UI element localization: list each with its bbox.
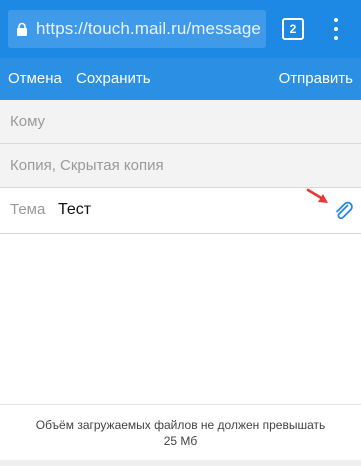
red-arrow-annotation bbox=[306, 188, 332, 206]
more-vert-icon[interactable] bbox=[326, 16, 346, 42]
subject-label: Тема bbox=[10, 201, 46, 218]
compose-toolbar: Отмена Сохранить Отправить bbox=[0, 58, 361, 100]
send-button[interactable]: Отправить bbox=[279, 58, 353, 100]
paperclip-icon[interactable] bbox=[333, 200, 355, 222]
tabs-counter-icon[interactable]: 2 bbox=[282, 18, 304, 40]
message-body-editor[interactable] bbox=[0, 235, 361, 405]
cc-bcc-field[interactable]: Копия, Скрытая копия bbox=[0, 144, 361, 188]
address-bar[interactable]: https://touch.mail.ru/message bbox=[8, 10, 266, 48]
footer-note: Объём загружаемых файлов не должен превы… bbox=[35, 417, 326, 448]
subject-value[interactable]: Тест bbox=[58, 188, 91, 234]
attachment-limit-notice: Объём загружаемых файлов не должен превы… bbox=[0, 404, 361, 460]
browser-toolbar: https://touch.mail.ru/message 2 bbox=[0, 0, 361, 58]
url-text: https://touch.mail.ru/message bbox=[36, 19, 261, 38]
to-placeholder: Кому bbox=[10, 113, 46, 130]
to-field[interactable]: Кому bbox=[0, 100, 361, 144]
bottom-strip bbox=[0, 460, 361, 466]
cc-placeholder: Копия, Скрытая копия bbox=[10, 157, 164, 174]
lock-icon bbox=[8, 10, 36, 48]
save-button[interactable]: Сохранить bbox=[76, 58, 151, 100]
cancel-button[interactable]: Отмена bbox=[8, 58, 62, 100]
compose-form: Кому Копия, Скрытая копия Тема Тест bbox=[0, 100, 361, 234]
